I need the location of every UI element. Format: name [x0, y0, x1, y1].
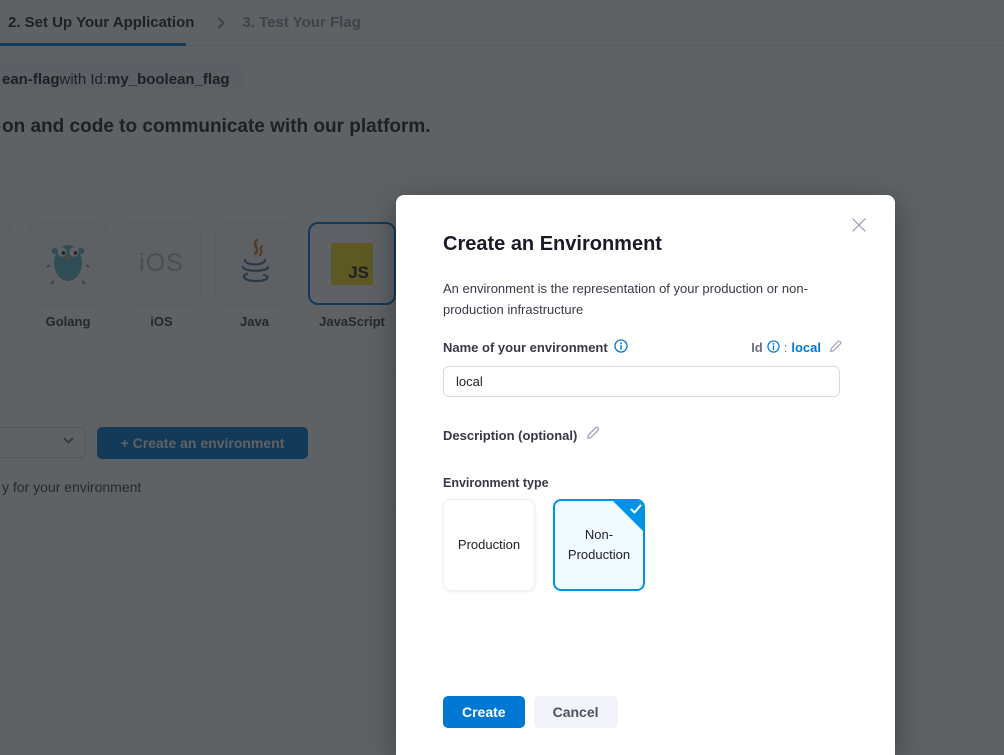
environment-name-input[interactable] — [443, 366, 840, 397]
screen: 2. Set Up Your Application 3. Test Your … — [0, 0, 1004, 755]
env-type-card-non-production[interactable]: Non-Production — [553, 499, 645, 591]
info-icon[interactable] — [614, 339, 628, 356]
environment-type-label: Environment type — [443, 476, 843, 490]
name-field-label-row: Name of your environment — [443, 339, 628, 356]
id-label: Id — [751, 340, 763, 355]
name-field-label: Name of your environment — [443, 340, 608, 355]
create-button[interactable]: Create — [443, 696, 525, 728]
id-separator: : — [784, 340, 788, 355]
cancel-button[interactable]: Cancel — [534, 696, 618, 728]
modal-subtitle: An environment is the representation of … — [443, 278, 825, 321]
env-type-production-label: Production — [458, 537, 520, 552]
close-icon[interactable] — [849, 215, 869, 235]
modal-title: Create an Environment — [443, 233, 843, 256]
env-type-card-production[interactable]: Production — [443, 499, 535, 591]
edit-pencil-icon[interactable] — [828, 339, 843, 357]
selected-check-corner — [613, 501, 643, 531]
description-label: Description (optional) — [443, 428, 577, 443]
id-display-row: Id : local — [751, 339, 843, 357]
id-value: local — [791, 340, 821, 355]
edit-pencil-icon[interactable] — [585, 425, 601, 446]
info-icon[interactable] — [767, 340, 780, 356]
check-icon — [630, 504, 642, 515]
env-type-non-production-label: Non-Production — [564, 525, 634, 564]
create-environment-modal: Create an Environment An environment is … — [396, 195, 895, 755]
